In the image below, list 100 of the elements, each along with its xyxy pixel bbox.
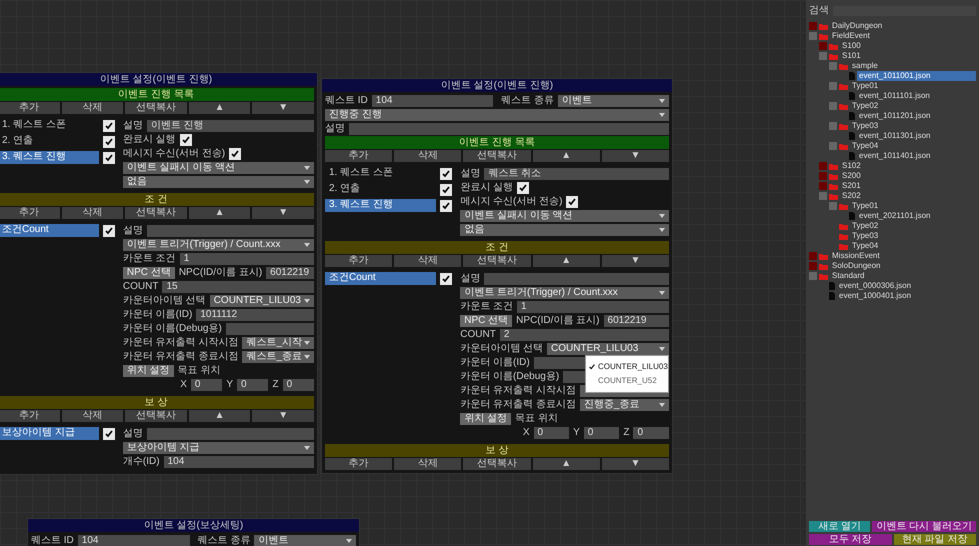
toolbar-button[interactable]: 추가 [0,102,60,114]
tree-item[interactable]: DailyDungeon [830,21,976,31]
list-item[interactable]: 3. 퀘스트 진행 [325,199,436,212]
toolbar-button[interactable]: 삭제 [62,410,124,422]
toolbar-button[interactable]: 삭제 [394,150,462,162]
value-field[interactable]: 0 [190,378,222,390]
position-button[interactable]: 위치 설정 [122,364,174,376]
dropdown[interactable]: 퀘스트_종료 [242,350,314,362]
expander-toggle[interactable] [829,142,837,150]
checkbox[interactable] [517,182,530,194]
value-field[interactable]: 15 [162,280,314,292]
value-field[interactable]: 이벤트 진행 [146,120,314,132]
checkbox[interactable] [566,196,578,208]
tree-item[interactable]: sample [850,61,976,71]
toolbar-button[interactable]: 삭제 [62,207,124,219]
value-field[interactable]: 1 [180,252,314,264]
value-field[interactable]: 104 [372,94,493,106]
expander-toggle[interactable] [829,82,837,90]
toolbar-button[interactable]: ▲ [188,410,250,422]
toolbar-button[interactable]: 추가 [0,207,60,219]
list-item[interactable]: 3. 퀘스트 진행 [0,151,99,164]
action-button[interactable]: 새로 열기 [809,521,870,532]
list-item[interactable]: 조건Count [325,272,436,285]
toolbar-button[interactable]: 선택복사 [463,255,531,267]
list-item[interactable]: 1. 퀘스트 스폰 [0,119,99,132]
checkbox[interactable] [440,168,452,180]
toolbar-button[interactable]: 선택복사 [125,410,187,422]
value-field[interactable]: 0 [534,426,570,438]
tree-item[interactable]: event_1011401.json [857,151,976,161]
toolbar-button[interactable]: ▼ [252,207,314,219]
expander-toggle[interactable] [819,52,827,60]
action-button[interactable]: 이벤트 다시 불러오기 [872,521,976,532]
value-field[interactable]: 0 [282,378,314,390]
tree-item[interactable]: S100 [840,41,976,51]
tree-item[interactable]: Type03 [850,231,976,241]
tree-item[interactable]: FieldEvent [830,31,976,41]
list-item[interactable]: 조건Count [0,224,99,237]
value-field[interactable]: 1 [517,300,669,312]
toolbar-button[interactable]: ▲ [532,150,600,162]
list-item[interactable]: 1. 퀘스트 스폰 [325,167,436,180]
value-field[interactable]: 6012219 [266,266,314,278]
dropdown[interactable]: 이벤트 [254,534,356,546]
value-field[interactable]: 104 [78,534,190,546]
expander-toggle[interactable] [829,62,837,70]
expander-toggle[interactable] [819,192,827,200]
expander-toggle[interactable] [819,182,827,190]
dropdown[interactable]: 이벤트 트리거(Trigger) / Count.xxx [122,238,314,250]
tree-item[interactable]: event_1011101.json [857,91,976,101]
toolbar-button[interactable]: 삭제 [394,255,462,267]
expander-toggle[interactable] [809,32,817,40]
toolbar-button[interactable]: 선택복사 [125,102,187,114]
action-button[interactable]: 현재 파일 저장 [894,534,976,545]
tree-item[interactable]: SoloDungeon [830,261,976,271]
value-field[interactable]: 퀘스트 취소 [484,168,669,180]
dropdown[interactable]: 진행중_종료 [580,398,669,410]
value-field[interactable] [226,322,314,334]
tree-item[interactable]: MissionEvent [830,251,976,261]
toolbar-button[interactable]: ▼ [602,150,670,162]
toolbar-button[interactable]: ▼ [602,458,670,470]
toolbar-button[interactable]: 선택복사 [125,207,187,219]
tree-item[interactable]: event_1011301.json [857,131,976,141]
tree-item[interactable]: S201 [840,181,976,191]
select-button[interactable]: NPC 선택 [460,314,512,326]
toolbar-button[interactable]: ▲ [532,458,600,470]
action-button[interactable]: 모두 저장 [809,534,892,545]
expander-toggle[interactable] [829,102,837,110]
value-field[interactable]: 104 [164,456,314,468]
list-item[interactable]: 보상아이템 지급 [0,427,99,440]
checkbox[interactable] [440,200,452,212]
tree-item[interactable]: S200 [840,171,976,181]
tree-item[interactable]: S101 [840,51,976,61]
checkbox[interactable] [102,428,115,440]
expander-toggle[interactable] [829,202,837,210]
dropdown[interactable]: COUNTER_LILU03 [210,294,314,306]
toolbar-button[interactable]: 추가 [325,255,392,267]
dropdown[interactable]: COUNTER_LILU03 [547,342,669,354]
expander-toggle[interactable] [819,42,827,50]
toolbar-button[interactable]: 선택복사 [463,458,531,470]
expander-toggle[interactable] [809,252,817,260]
list-item[interactable]: 2. 연출 [325,183,436,196]
tree-item[interactable]: Type04 [850,141,976,151]
tree-item[interactable]: event_1011201.json [857,111,976,121]
tree-item[interactable]: Type01 [850,81,976,91]
expander-toggle[interactable] [809,22,817,30]
tree-item[interactable]: Type02 [850,221,976,231]
toolbar-button[interactable]: ▼ [602,255,670,267]
dropdown[interactable]: 없음 [122,176,314,188]
toolbar-button[interactable]: ▼ [252,102,314,114]
tree-item[interactable]: event_1011001.json [857,71,976,81]
dropdown[interactable]: 이벤트 실패시 이동 액션 [460,210,669,222]
tree-item[interactable]: Type03 [850,121,976,131]
toolbar-button[interactable]: 삭제 [62,102,124,114]
toolbar-button[interactable]: 삭제 [394,458,462,470]
tree-item[interactable]: event_0000306.json [837,281,976,291]
toolbar-button[interactable]: ▲ [188,102,250,114]
value-field[interactable]: 2 [500,328,669,340]
checkbox[interactable] [102,224,115,236]
tree-item[interactable]: Type01 [850,201,976,211]
value-field[interactable]: 1011112 [196,308,314,320]
tree-item[interactable]: S202 [840,191,976,201]
